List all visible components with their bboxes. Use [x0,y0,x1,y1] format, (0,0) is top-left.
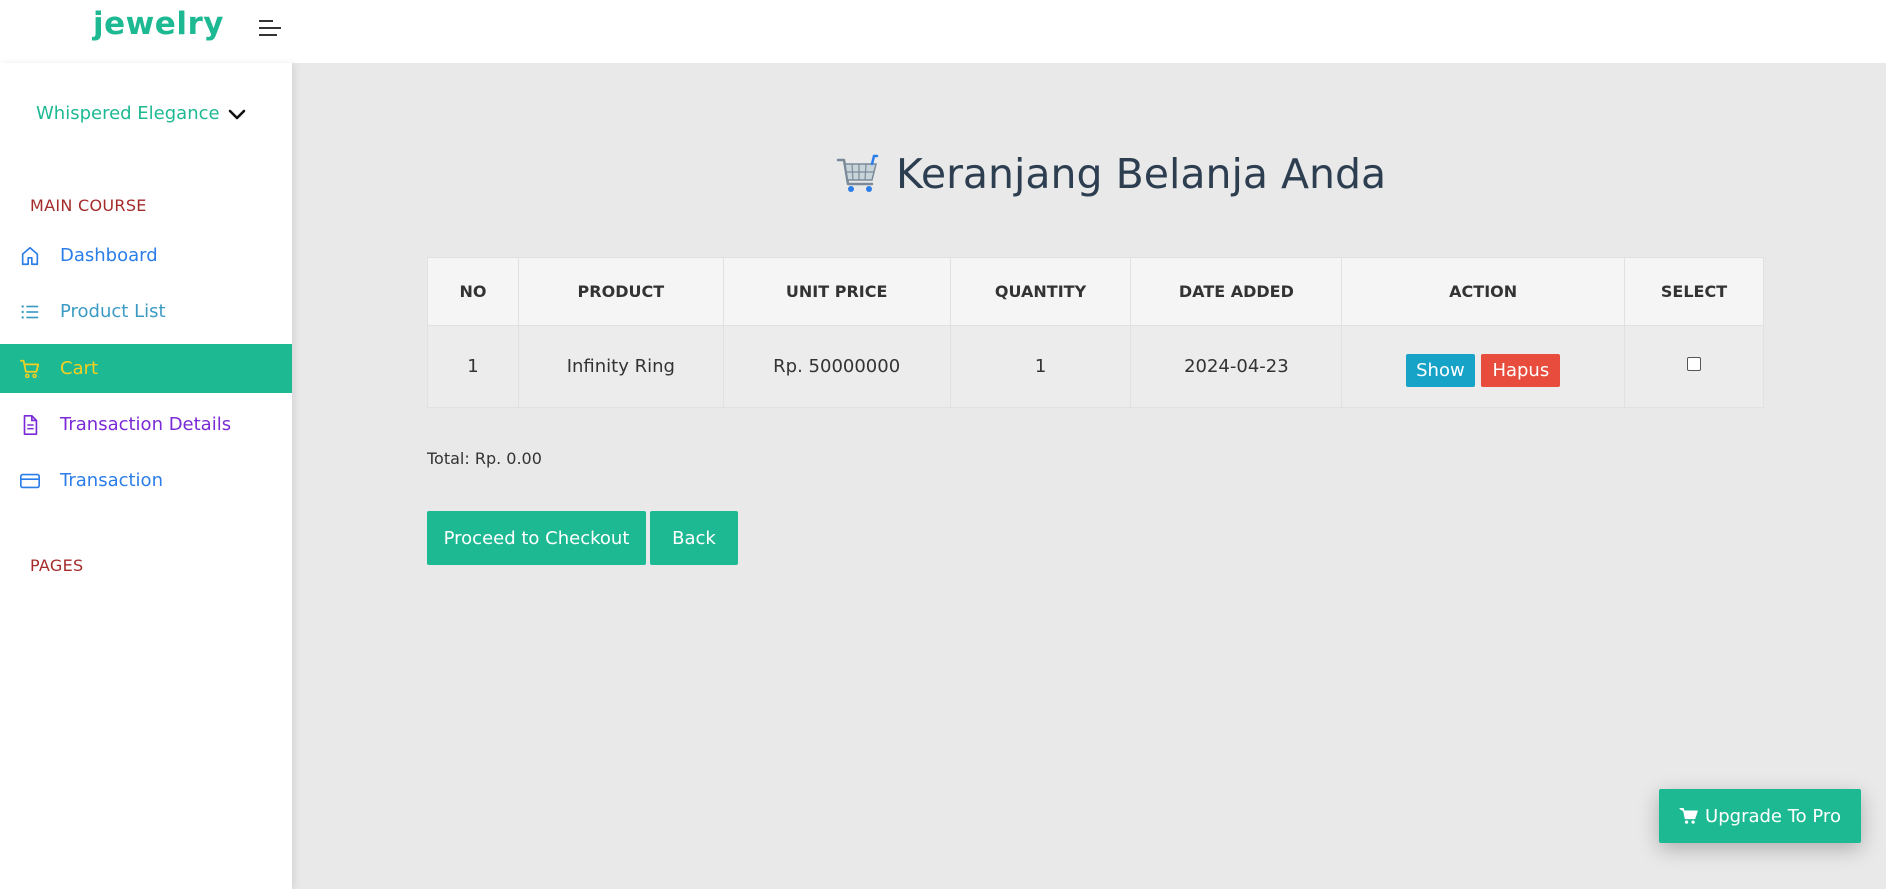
document-icon [23,415,38,435]
page-title-text: Keranjang Belanja Anda [896,150,1387,198]
list-icon [21,305,39,319]
sidebar-item-label: Product List [60,301,166,322]
cart-table: NO PRODUCT UNIT PRICE QUANTITY DATE ADDE… [427,257,1764,408]
top-header: jewelry [0,0,1886,63]
column-header: DATE ADDED [1130,257,1343,326]
chevron-down-icon [228,109,245,119]
table-header-row: NO PRODUCT UNIT PRICE QUANTITY DATE ADDE… [427,257,1764,326]
column-header: PRODUCT [517,257,724,326]
upgrade-label: Upgrade To Pro [1705,805,1841,827]
page-title: Keranjang Belanja Anda [836,150,1386,198]
menu-toggle-button[interactable] [256,16,284,40]
home-icon [21,246,39,266]
sidebar-item-label: Transaction Details [60,414,232,435]
cart-total: Total: Rp. 0.00 [427,449,542,468]
column-header: NO [427,257,519,326]
sidebar-item-dashboard[interactable]: Dashboard [0,231,292,280]
checkout-button[interactable]: Proceed to Checkout [427,511,646,565]
sidebar-item-label: Transaction [60,470,163,491]
brand-logo[interactable]: jewelry [93,6,224,42]
menu-toggle-icon [259,20,273,22]
column-header: QUANTITY [949,257,1132,326]
profile-dropdown[interactable]: Whispered Elegance [36,103,246,124]
table-row: 1 Infinity Ring Rp. 50000000 1 2024-04-2… [427,325,1764,408]
sidebar: Whispered Elegance MAIN COURSE Dashboard… [0,63,292,889]
delete-button[interactable]: Hapus [1481,353,1561,387]
show-button[interactable]: Show [1406,353,1475,387]
credit-card-icon [20,473,40,489]
column-header: ACTION [1341,257,1626,326]
cart-icon [19,359,40,379]
sidebar-item-label: Dashboard [60,245,158,266]
shopping-cart-icon [836,154,879,192]
sidebar-item-transaction[interactable]: Transaction [0,456,292,505]
section-label-pages: PAGES [30,556,84,575]
select-checkbox[interactable] [1687,357,1702,371]
sidebar-item-label: Cart [60,358,99,379]
cart-icon [1679,808,1698,824]
cell-quantity: 1 [949,325,1132,408]
column-header: SELECT [1624,257,1764,326]
cell-action: Show Hapus [1341,325,1626,408]
cell-product: Infinity Ring [517,325,724,408]
cell-no: 1 [427,325,519,408]
upgrade-button[interactable]: Upgrade To Pro [1659,789,1861,843]
sidebar-item-product-list[interactable]: Product List [0,287,292,336]
section-label-main-course: MAIN COURSE [30,196,147,215]
column-header: UNIT PRICE [722,257,951,326]
profile-name: Whispered Elegance [36,103,220,124]
cell-unit-price: Rp. 50000000 [722,325,951,408]
back-button[interactable]: Back [650,511,738,565]
cell-select [1624,325,1764,408]
sidebar-item-cart[interactable]: Cart [0,344,292,393]
sidebar-item-transaction-details[interactable]: Transaction Details [0,400,292,449]
cell-date-added: 2024-04-23 [1130,325,1343,408]
